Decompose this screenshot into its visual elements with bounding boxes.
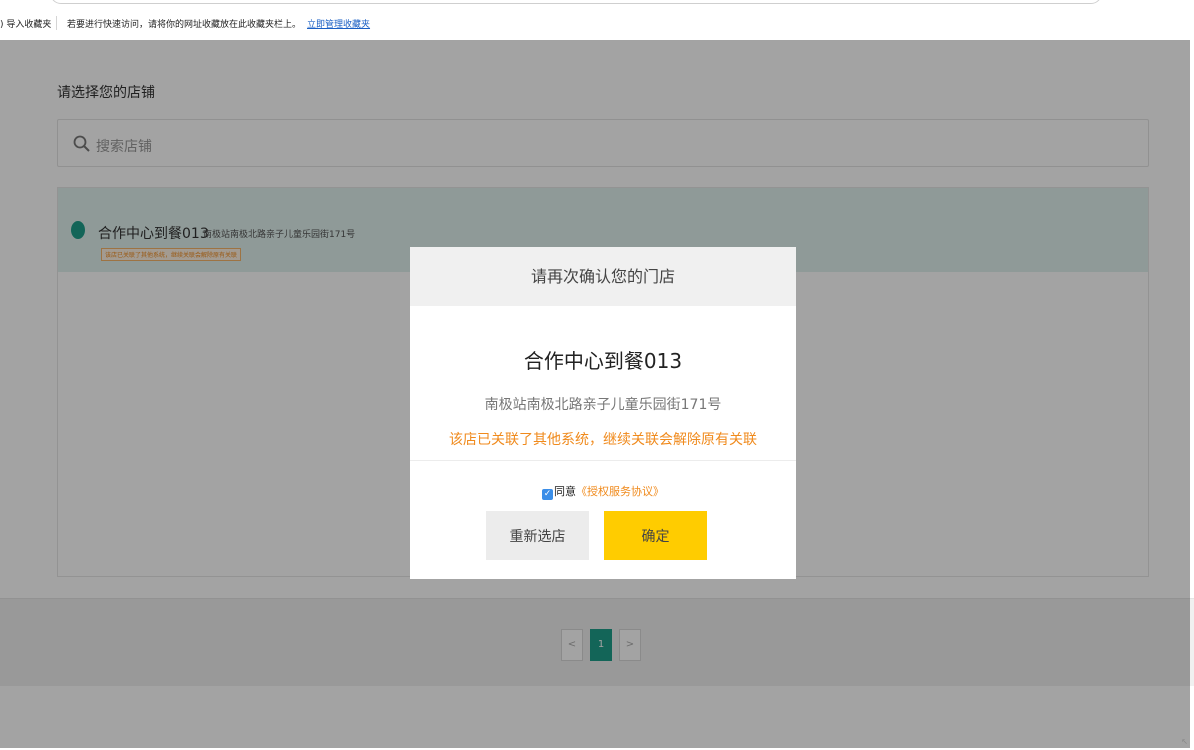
browser-bookmarks-bar: ) 导入收藏夹 若要进行快速访问，请将你的网址收藏放在此收藏夹栏上。 立即管理收藏… <box>0 0 1194 40</box>
manage-favorites-link[interactable]: 立即管理收藏夹 <box>307 20 370 30</box>
agreement-row: ✓ 同意《授权服务协议》 <box>410 483 796 500</box>
dialog-store-address: 南极站南极北路亲子儿童乐园街171号 <box>484 397 722 413</box>
dialog-title: 请再次确认您的门店 <box>410 247 796 306</box>
import-favorites-button[interactable]: ) 导入收藏夹 <box>0 17 51 30</box>
service-agreement-link[interactable]: 《授权服务协议》 <box>576 485 664 498</box>
confirm-button[interactable]: 确定 <box>604 511 707 560</box>
confirm-store-dialog: 请再次确认您的门店 合作中心到餐013 南极站南极北路亲子儿童乐园街171号 该… <box>410 247 796 579</box>
dialog-store-name: 合作中心到餐013 <box>523 349 683 373</box>
dialog-divider <box>410 460 796 461</box>
bookmarks-divider <box>56 16 57 30</box>
bookmarks-hint: 若要进行快速访问，请将你的网址收藏放在此收藏夹栏上。 立即管理收藏夹 <box>67 17 370 30</box>
agree-label[interactable]: 同意 <box>554 485 576 498</box>
corner-arrow-icon: ↖ <box>1181 737 1188 746</box>
reselect-store-button[interactable]: 重新选店 <box>486 511 589 560</box>
agree-checkbox[interactable]: ✓ <box>542 489 553 500</box>
dialog-warning-text: 该店已关联了其他系统，继续关联会解除原有关联 <box>449 432 757 448</box>
bookmarks-hint-text: 若要进行快速访问，请将你的网址收藏放在此收藏夹栏上。 <box>67 20 302 30</box>
address-bar[interactable] <box>50 0 1102 4</box>
